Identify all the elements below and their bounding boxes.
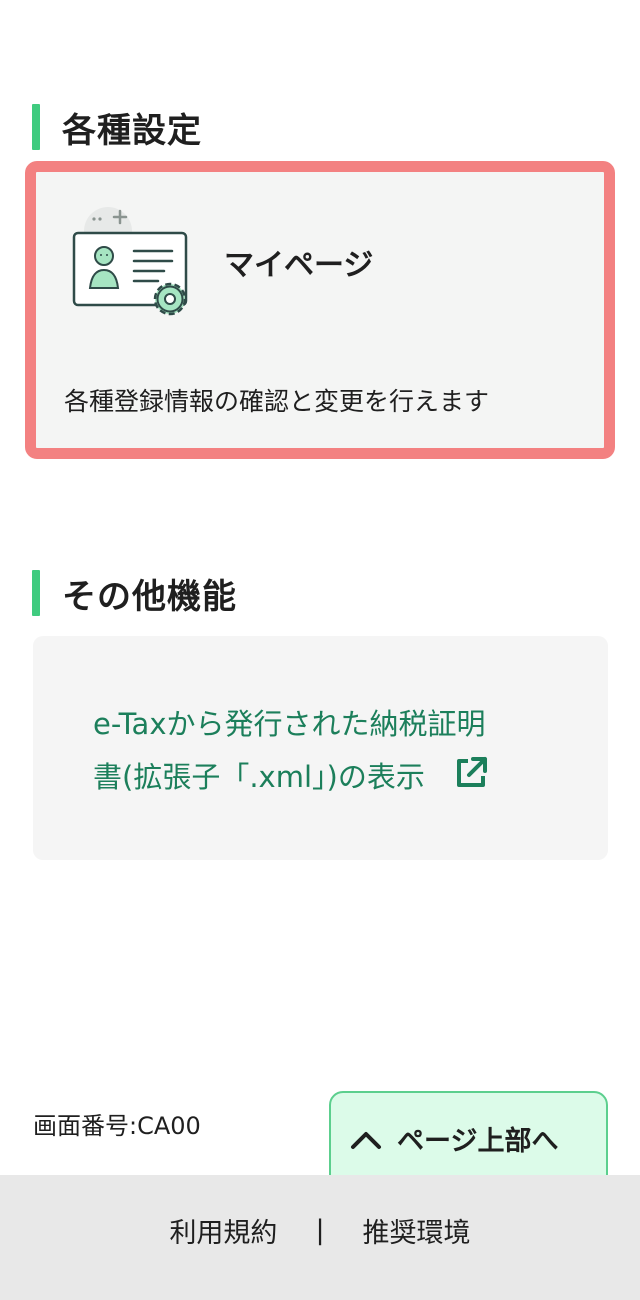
mypage-description: 各種登録情報の確認と変更を行えます — [64, 387, 490, 416]
page-top-label: ページ上部へ — [397, 1126, 559, 1157]
terms-link[interactable]: 利用規約 — [169, 1211, 277, 1250]
mypage-card[interactable]: マイページ 各種登録情報の確認と変更を行えます — [25, 161, 615, 459]
other-section-title: その他機能 — [62, 576, 237, 617]
tax-certificate-link-line1: e-Taxから発行された納税証明 — [93, 707, 486, 741]
heading-accent-bar — [32, 570, 40, 616]
external-link-icon — [453, 755, 489, 791]
screen-number: 画面番号:CA00 — [33, 1112, 201, 1140]
footer-links: 利用規約 | 推奨環境 — [0, 1211, 640, 1250]
tax-certificate-link[interactable]: e-Taxから発行された納税証明 書(拡張子「.xml」)の表示 — [93, 698, 533, 804]
mypage-title: マイページ — [224, 248, 374, 283]
settings-section-title: 各種設定 — [62, 110, 202, 151]
other-functions-card: e-Taxから発行された納税証明 書(拡張子「.xml」)の表示 — [33, 636, 608, 860]
settings-section-heading: 各種設定 — [32, 104, 202, 151]
footer-separator: | — [315, 1215, 325, 1246]
other-section-heading: その他機能 — [32, 570, 237, 617]
recommended-environment-link[interactable]: 推奨環境 — [363, 1211, 471, 1250]
footer: 利用規約 | 推奨環境 — [0, 1175, 640, 1300]
chevron-up-icon — [349, 1127, 383, 1151]
tax-certificate-link-line2: 書(拡張子「.xml」)の表示 — [93, 760, 425, 794]
profile-settings-icon — [64, 203, 194, 318]
heading-accent-bar — [32, 104, 40, 150]
